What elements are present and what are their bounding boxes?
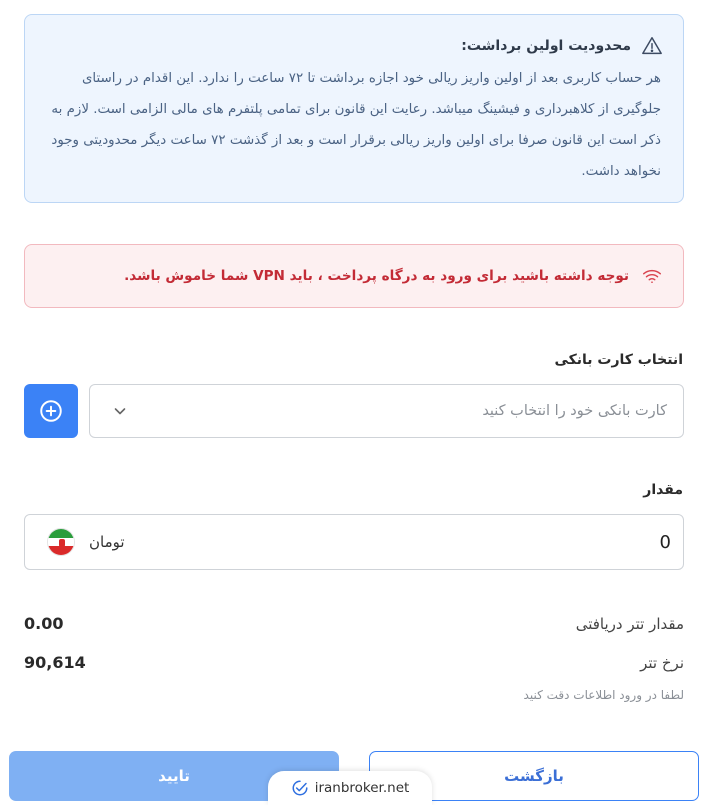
first-withdrawal-limit-alert: محدودیت اولین برداشت: هر حساب کاربری بعد…: [24, 14, 684, 203]
input-accuracy-hint: لطفا در ورود اطلاعات دقت کنید: [523, 688, 684, 702]
usdt-rate-value: 90,614: [24, 653, 86, 672]
watermark-text: iranbroker.net: [314, 780, 410, 796]
plus-circle-icon: [40, 400, 62, 422]
iran-flag-icon: [47, 528, 75, 556]
bank-card-select[interactable]: کارت بانکی خود را انتخاب کنید: [89, 384, 684, 438]
currency-selector: تومان: [47, 528, 125, 556]
amount-input[interactable]: 0 تومان: [24, 514, 684, 570]
bank-card-placeholder: کارت بانکی خود را انتخاب کنید: [482, 403, 667, 419]
check-badge-icon: [292, 780, 308, 796]
warning-triangle-icon: [642, 37, 662, 55]
amount-label: مقدار: [643, 482, 683, 498]
received-usdt-value: 0.00: [24, 614, 64, 633]
usdt-rate-label: نرخ تتر: [640, 653, 684, 672]
bank-card-label: انتخاب کارت بانکی: [554, 352, 683, 368]
wifi-icon: [643, 269, 661, 284]
alert-title: محدودیت اولین برداشت:: [461, 38, 631, 54]
vpn-warning-text: توجه داشته باشید برای ورود به درگاه پردا…: [124, 268, 629, 284]
received-usdt-row: مقدار تتر دریافتی 0.00: [24, 614, 684, 633]
currency-label: تومان: [89, 533, 125, 551]
alert-header: محدودیت اولین برداشت:: [51, 35, 663, 57]
amount-value[interactable]: 0: [660, 532, 671, 553]
watermark: iranbroker.net: [268, 771, 432, 805]
usdt-rate-row: نرخ تتر 90,614: [24, 653, 684, 672]
alert-body: هر حساب کاربری بعد از اولین واریز ریالی …: [51, 71, 661, 179]
chevron-down-icon: [114, 408, 126, 415]
add-bank-card-button[interactable]: [24, 384, 78, 438]
vpn-warning-alert: توجه داشته باشید برای ورود به درگاه پردا…: [24, 244, 684, 308]
received-usdt-label: مقدار تتر دریافتی: [575, 614, 684, 633]
